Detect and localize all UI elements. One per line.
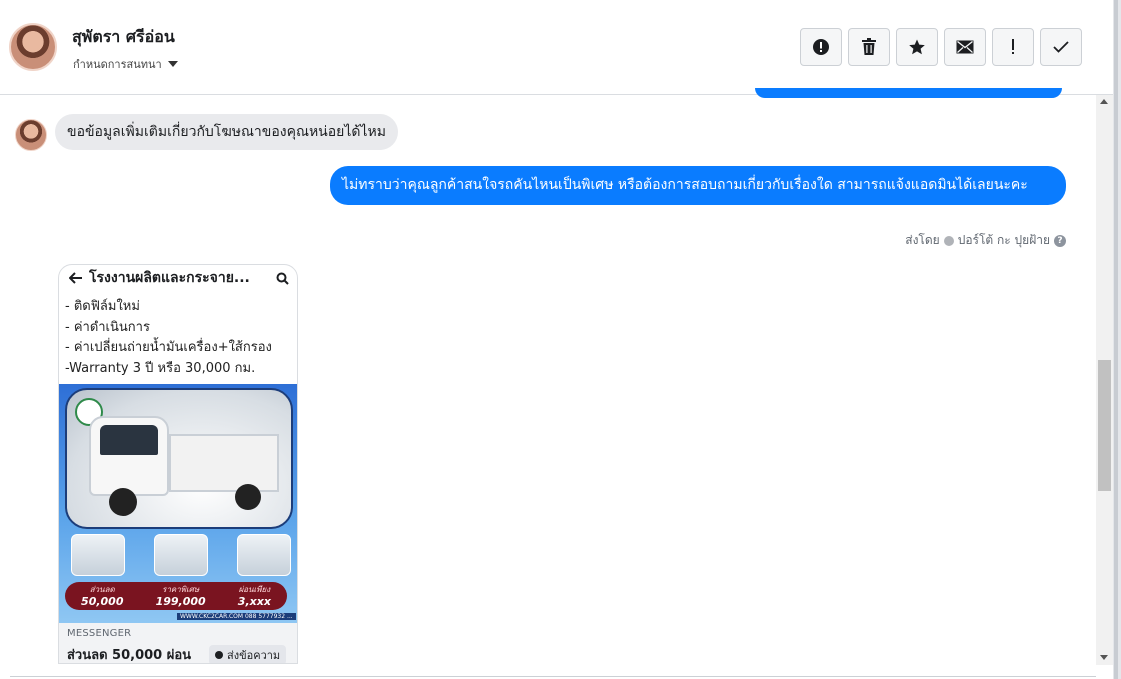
truck-photo [65,388,293,529]
truck-thumbnail [237,534,291,576]
star-button[interactable] [896,28,938,66]
conversation-settings-dropdown[interactable]: กำหนดการสนทนา [73,55,178,73]
price-item-special: ราคาพิเศษ 199,000 [156,584,206,608]
scrollbar-thumb[interactable] [1098,360,1111,491]
ad-source: MESSENGER [67,628,132,639]
mark-spam-button[interactable] [800,28,842,66]
ad-line: - ค่าดำเนินการ [65,319,150,335]
incoming-message: ขอข้อมูลเพิ่มเติมเกี่ยวกับโฆษณาของคุณหน่… [55,114,398,150]
truck-thumbnail [154,534,208,576]
search-icon [276,272,289,285]
truck-thumbnail [71,534,125,576]
ad-preview-card[interactable]: โรงงานผลิตและกระจาย... - ติดฟิล์มใหม่ - … [58,264,298,664]
caret-down-icon [167,61,178,67]
action-toolbar [800,28,1082,66]
scroll-down-icon[interactable] [1100,655,1108,660]
sent-by-info: ส่งโดย ปอร์โต้ กะ ปุยฝ้าย ? [905,231,1066,250]
mark-unread-button[interactable] [944,28,986,66]
ad-card-text: - ติดฟิล์มใหม่ - ค่าดำเนินการ - ค่าเปลี่… [65,297,272,379]
truck-wheel [235,484,261,510]
ad-caption: ส่วนลด 50,000 ผ่อน [67,648,192,663]
truck-wheel [109,488,137,516]
delete-button[interactable] [848,28,890,66]
send-message-label: ส่งข้อความ [227,649,281,662]
price-bar: ส่วนลด 50,000 ราคาพิเศษ 199,000 ผ่อนเพีย… [65,582,287,610]
price-item-installment: ผ่อนเพียง 3,xxx [238,584,271,608]
send-message-button[interactable]: ส่งข้อความ [209,645,287,663]
follow-up-button[interactable] [992,28,1034,66]
help-icon[interactable]: ? [1054,234,1066,247]
star-icon [909,39,925,55]
price-value: 199,000 [155,595,206,608]
messenger-icon [215,651,223,659]
contact-avatar[interactable] [9,23,57,71]
mark-done-button[interactable] [1040,28,1082,66]
conversation-header: สุพัตรา ศรีอ่อน กำหนดการสนทนา [0,0,1113,95]
ad-card-header: โรงงานผลิตและกระจาย... [59,265,297,291]
price-item-discount: ส่วนลด 50,000 [81,584,123,608]
contact-name[interactable]: สุพัตรา ศรีอ่อน [72,25,175,50]
verified-icon [943,235,954,246]
vertical-scrollbar[interactable] [1096,95,1113,665]
conversation-settings-label: กำหนดการสนทนา [73,58,162,71]
truck-bed [169,434,279,492]
sent-by-label: ส่งโดย [905,233,940,247]
conversation-view: สุพัตรา ศรีอ่อน กำหนดการสนทนา ขอข้อมูลเพ… [0,0,1121,679]
ad-image[interactable]: ส่วนลด 50,000 ราคาพิเศษ 199,000 ผ่อนเพีย… [59,384,297,623]
trash-icon [862,38,876,55]
sender-avatar[interactable] [15,119,47,151]
ad-contact-strip: WWW.CKC2CAR.COM 088 5777932 ... [177,613,296,620]
ad-card-title: โรงงานผลิตและกระจาย... [89,270,250,286]
exclamation-icon [1012,39,1014,54]
back-arrow-icon [69,272,82,284]
ad-card-footer: MESSENGER ส่วนลด 50,000 ผ่อน ส่งข้อความ [59,623,297,663]
spam-icon [813,39,829,55]
window-edge-stripe [1114,0,1118,679]
price-value: 50,000 [81,595,124,608]
price-value: 3,xxx [237,595,271,608]
ad-line: - ติดฟิล์มใหม่ [65,299,140,314]
previous-outgoing-bubble [755,88,1062,98]
sent-by-name: ปอร์โต้ กะ ปุยฝ้าย [957,233,1050,247]
ad-line: - ค่าเปลี่ยนถ่ายน้ำมันเครื่อง+ใส้กรอง [65,340,272,355]
scroll-up-icon[interactable] [1100,99,1108,104]
truck-window [100,425,158,455]
mail-icon [956,40,974,54]
composer-divider [10,676,1096,677]
ad-line: -Warranty 3 ปี หรือ 30,000 กม. [65,360,256,376]
check-icon [1053,41,1069,53]
truck-thumbnails [71,534,291,576]
outgoing-message: ไม่ทราบว่าคุณลูกค้าสนใจรถคันไหนเป็นพิเศษ… [330,166,1066,205]
